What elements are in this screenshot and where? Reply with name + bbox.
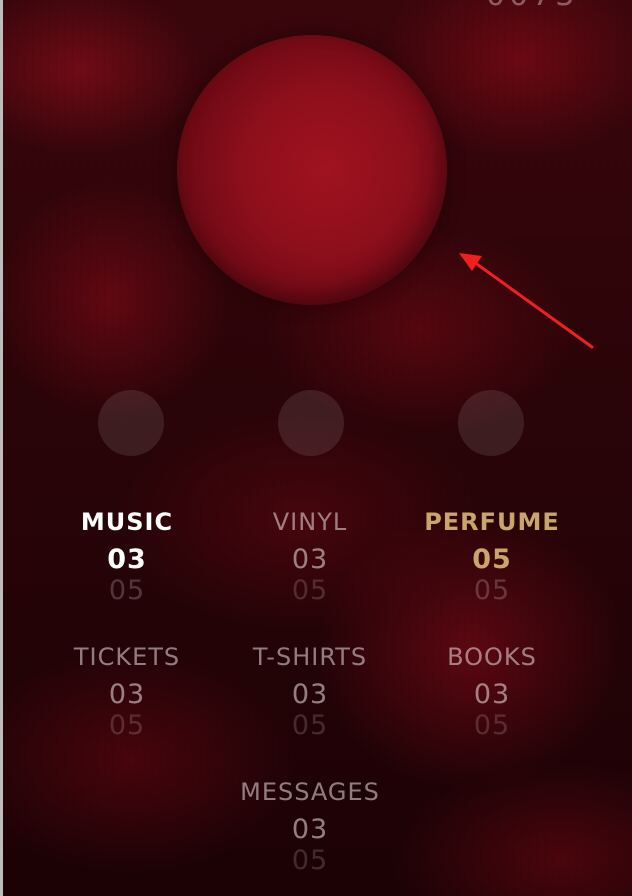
category-count-next: 05 — [473, 578, 511, 604]
category-label: BOOKS — [447, 643, 537, 671]
category-count: 03 — [291, 679, 329, 710]
page-indicator — [0, 390, 632, 456]
category-tickets[interactable]: TICKETS 03 05 — [27, 643, 227, 739]
category-count-next: 05 — [291, 713, 329, 739]
category-books[interactable]: BOOKS 03 05 — [392, 643, 592, 739]
category-count: 03 — [473, 679, 511, 710]
category-label: TICKETS — [73, 643, 181, 671]
category-music[interactable]: MUSIC 03 05 — [27, 508, 227, 604]
category-label: VINYL — [272, 508, 348, 536]
category-label: T-SHIRTS — [252, 643, 368, 671]
header-number: 0073 — [486, 0, 578, 13]
category-vinyl[interactable]: VINYL 03 05 — [210, 508, 410, 604]
category-count-next: 05 — [291, 578, 329, 604]
category-count-next: 05 — [108, 578, 146, 604]
category-perfume[interactable]: PERFUME 05 05 — [392, 508, 592, 604]
category-tshirts[interactable]: T-SHIRTS 03 05 — [210, 643, 410, 739]
category-count: 03 — [291, 814, 329, 845]
category-count: 03 — [108, 679, 146, 710]
category-count-next: 05 — [473, 713, 511, 739]
page-dot-icon[interactable] — [458, 390, 524, 456]
category-count: 03 — [291, 544, 329, 575]
category-count: 03 — [107, 544, 147, 575]
category-count-next: 05 — [291, 848, 329, 874]
category-messages[interactable]: MESSAGES 03 05 — [210, 778, 410, 874]
category-label: MESSAGES — [240, 778, 380, 806]
app-screen: 0073 MUSIC 03 05 VINYL 03 05 PERFUME 05 … — [0, 0, 632, 896]
category-label: MUSIC — [80, 508, 174, 536]
page-dot-icon[interactable] — [278, 390, 344, 456]
red-sphere-button[interactable] — [177, 35, 447, 305]
category-count-next: 05 — [108, 713, 146, 739]
category-count: 05 — [472, 544, 512, 575]
category-label: PERFUME — [424, 508, 560, 536]
page-dot-icon[interactable] — [98, 390, 164, 456]
